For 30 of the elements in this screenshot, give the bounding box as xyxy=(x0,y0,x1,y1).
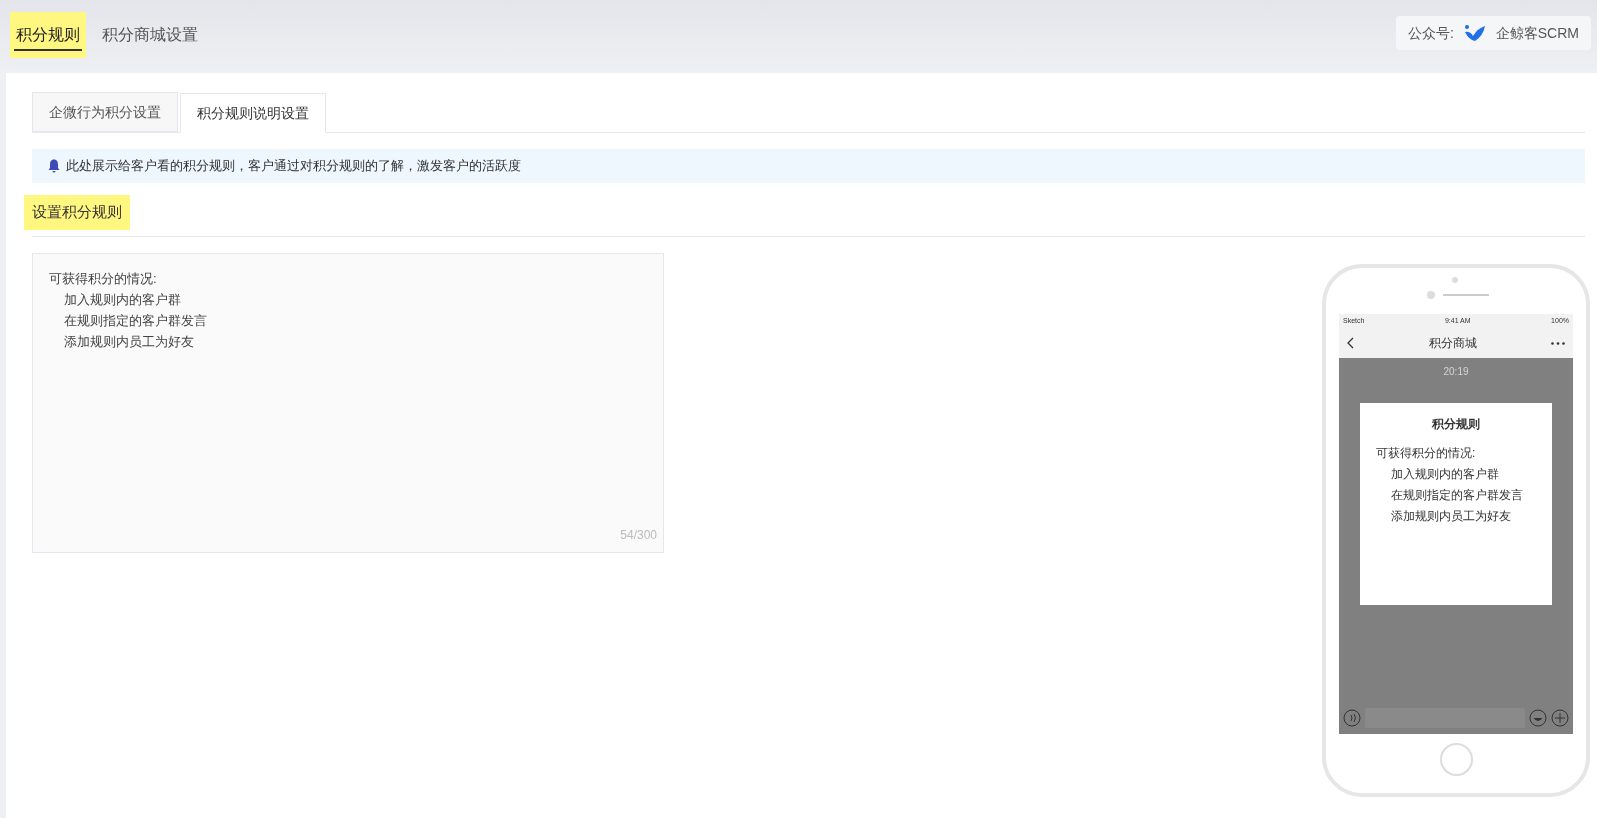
more-icon[interactable] xyxy=(1551,341,1565,345)
logo-icon xyxy=(1463,24,1486,42)
account-label: 公众号: xyxy=(1407,23,1454,43)
section-title: 设置积分规则 xyxy=(24,195,130,230)
notice-text: 此处展示给客户看的积分规则，客户通过对积分规则的了解，激发客户的活跃度 xyxy=(66,157,521,176)
top-tab[interactable]: 积分规则 xyxy=(10,12,86,58)
card-line: 可获得积分的情况: xyxy=(1376,445,1477,462)
sensor-icon xyxy=(1427,291,1435,299)
card-title: 积分规则 xyxy=(1431,416,1481,433)
nav-title: 积分商城 xyxy=(1428,335,1477,352)
rule-line: 添加规则内员工为好友 xyxy=(63,332,195,351)
message-time: 20:19 xyxy=(1443,365,1469,379)
plus-icon[interactable] xyxy=(1551,709,1569,727)
card-line: 加入规则内的客户群 xyxy=(1390,466,1500,483)
card-line: 在规则指定的客户群发言 xyxy=(1390,487,1524,504)
rule-line: 在规则指定的客户群发言 xyxy=(63,311,208,330)
back-icon[interactable] xyxy=(1347,337,1354,349)
voice-icon[interactable] xyxy=(1343,709,1361,727)
account-name: 企鲸客SCRM xyxy=(1495,23,1579,43)
char-count: 54/300 xyxy=(620,526,657,544)
top-tab[interactable]: 积分商城设置 xyxy=(96,12,204,58)
emoji-icon[interactable] xyxy=(1529,709,1547,727)
bell-icon xyxy=(48,159,60,173)
rules-field[interactable]: 可获得积分的情况: 加入规则内的客户群 在规则指定的客户群发言 添加规则内员工为好友 54/300 xyxy=(32,252,664,553)
rule-line: 加入规则内的客户群 xyxy=(63,290,182,309)
camera-icon xyxy=(1452,277,1458,283)
tab[interactable]: 企微行为积分设置 xyxy=(32,92,178,132)
rule-line: 可获得积分的情况: xyxy=(49,269,158,288)
card-line: 添加规则内员工为好友 xyxy=(1390,508,1512,525)
tab[interactable]: 积分规则说明设置 xyxy=(180,93,326,133)
